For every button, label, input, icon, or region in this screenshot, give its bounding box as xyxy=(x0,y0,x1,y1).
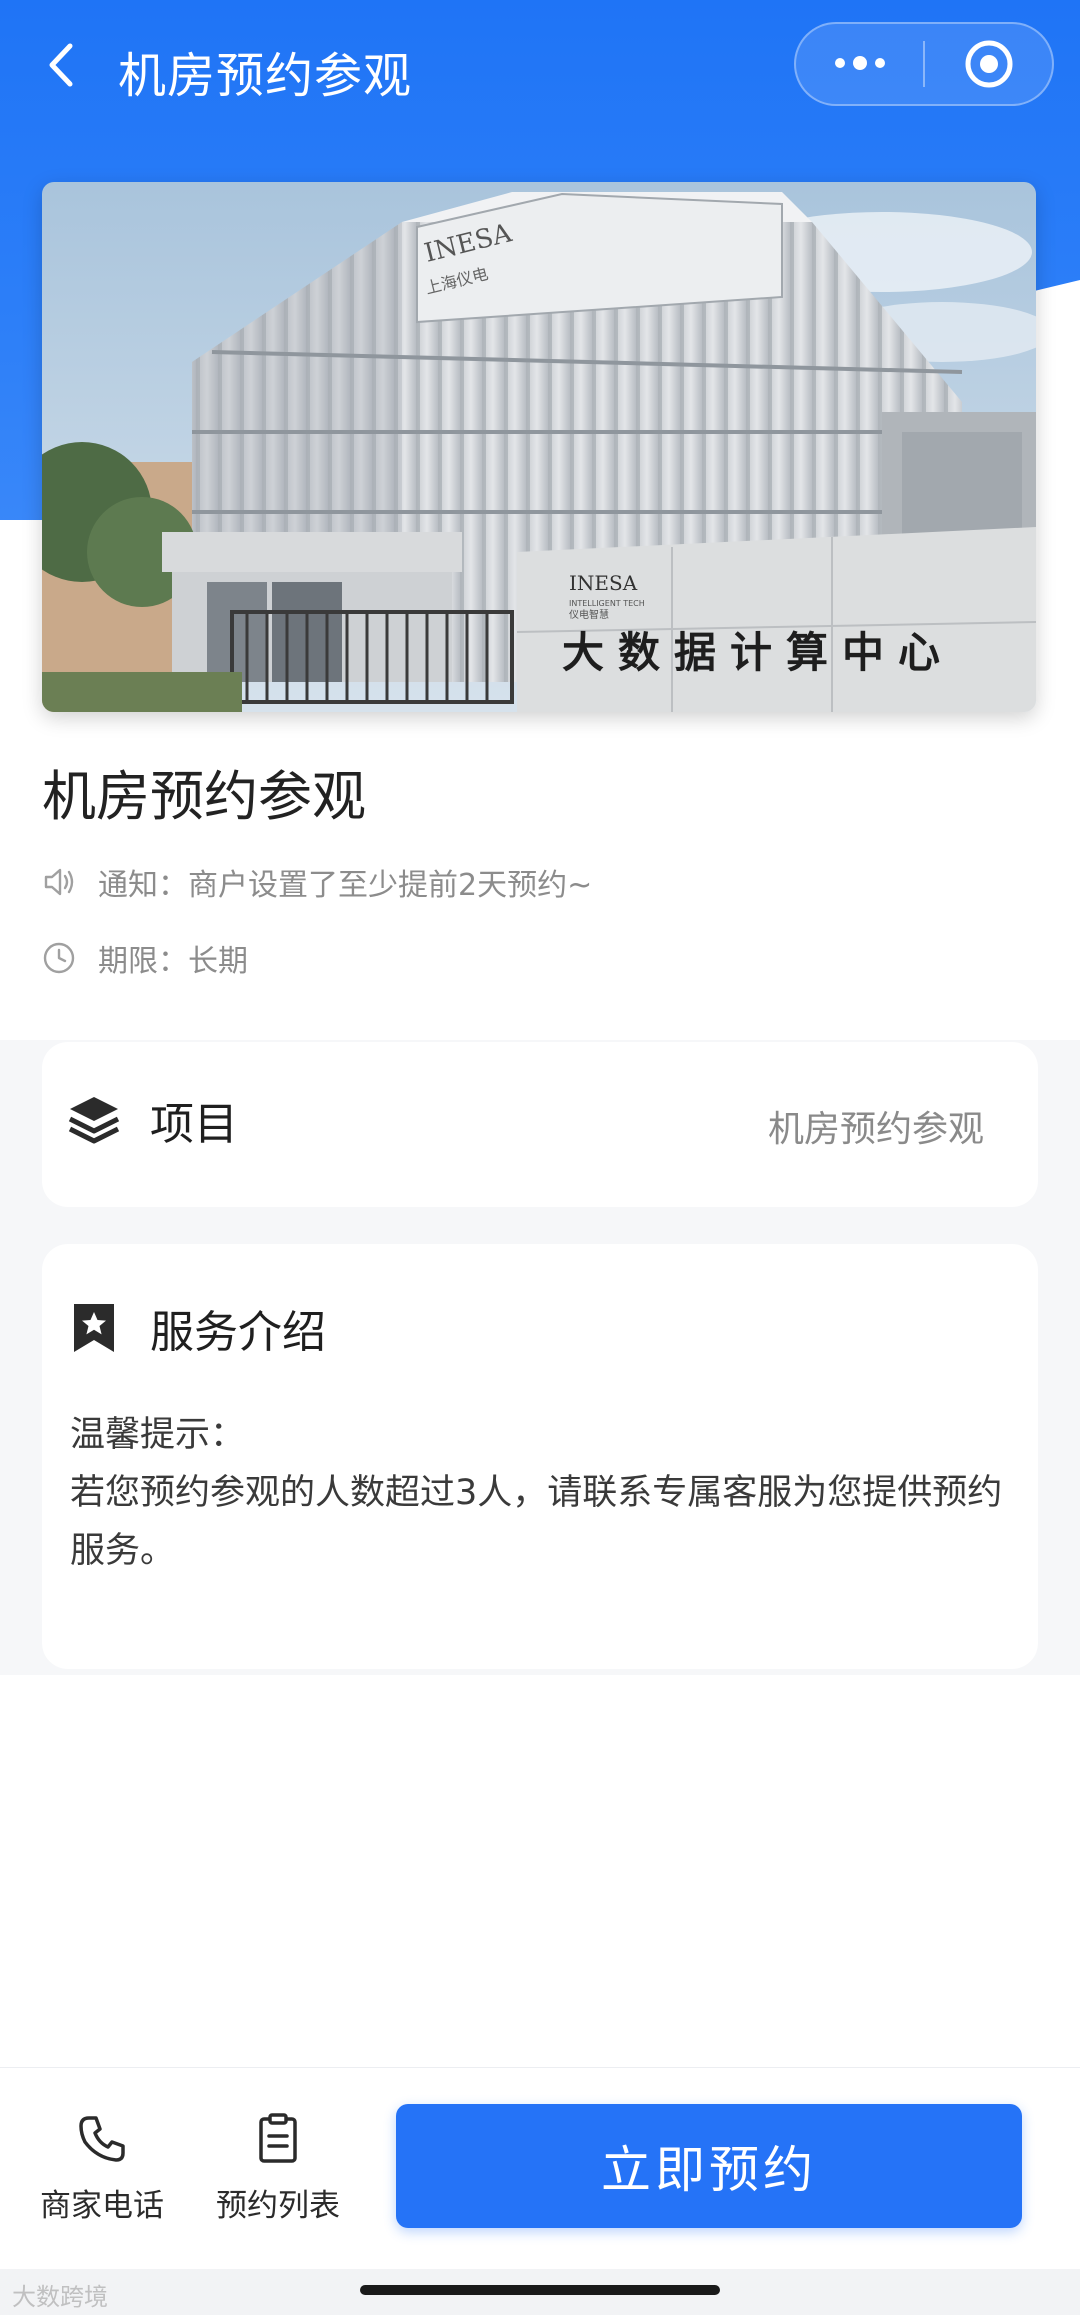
service-description: 温馨提示： 若您预约参观的人数超过3人，请联系专属客服为您提供预约服务。 xyxy=(70,1406,1020,1580)
service-label: 服务介绍 xyxy=(150,1307,326,1358)
back-button[interactable] xyxy=(36,30,86,100)
booking-list-button[interactable]: 预约列表 xyxy=(198,2112,358,2225)
tip-title: 温馨提示： xyxy=(70,1415,246,1455)
watermark: 大数跨境 xyxy=(12,2283,108,2311)
nav-title: 机房预约参观 xyxy=(118,48,413,104)
system-home-area: 大数跨境 xyxy=(0,2269,1080,2315)
bottom-action-bar: 商家电话 预约列表 立即预约 xyxy=(0,2067,1080,2269)
home-indicator[interactable] xyxy=(360,2285,720,2295)
clock-icon xyxy=(42,941,76,975)
mini-program-capsule xyxy=(794,22,1054,106)
phone-icon xyxy=(79,2116,125,2162)
close-miniprogram-button[interactable] xyxy=(925,24,1052,104)
period-label: 期限： xyxy=(98,944,188,979)
booking-list-label: 预约列表 xyxy=(216,2188,340,2224)
notice-label: 通知： xyxy=(98,868,188,903)
book-now-button[interactable]: 立即预约 xyxy=(396,2104,1022,2228)
service-card-head: 服务介绍 xyxy=(66,1296,326,1360)
bottom-spacer xyxy=(0,1675,1080,2067)
more-icon xyxy=(834,56,885,70)
project-value: 机房预约参观 xyxy=(767,1109,984,1150)
wall-brand-cn: 仪电智慧 xyxy=(569,608,609,621)
service-card: 服务介绍 温馨提示： 若您预约参观的人数超过3人，请联系专属客服为您提供预约服务… xyxy=(42,1244,1038,1669)
tip-body: 若您预约参观的人数超过3人，请联系专属客服为您提供预约服务。 xyxy=(70,1473,1003,1571)
navigation-bar: 机房预约参观 xyxy=(0,0,1080,130)
speaker-icon xyxy=(42,865,76,899)
chevron-left-icon xyxy=(49,43,73,87)
clipboard-list-icon xyxy=(259,2113,297,2163)
notice-text: 商户设置了至少提前2天预约~ xyxy=(188,868,593,903)
more-button[interactable] xyxy=(796,24,923,104)
project-card[interactable]: 项目 机房预约参观 xyxy=(42,1042,1038,1207)
merchant-phone-button[interactable]: 商家电话 xyxy=(22,2112,182,2225)
bookmark-star-icon xyxy=(74,1304,114,1352)
notice-row: 通知： 商户设置了至少提前2天预约~ xyxy=(42,860,592,904)
wall-brand-sub: INTELLIGENT TECH xyxy=(569,599,645,608)
period-row: 期限： 长期 xyxy=(42,936,248,980)
layers-icon xyxy=(68,1097,120,1144)
project-label: 项目 xyxy=(150,1099,238,1150)
wall-sign: 大数据计算中心 xyxy=(562,628,954,677)
target-icon xyxy=(965,40,1012,88)
data-center-building-photo: INESA 上海仪电 INESA INTELLIGENT TECH 仪电智慧 大… xyxy=(42,182,1036,712)
period-text: 长期 xyxy=(188,944,248,979)
merchant-phone-label: 商家电话 xyxy=(40,2188,164,2224)
page-title: 机房预约参观 xyxy=(42,765,366,828)
banner-image: INESA 上海仪电 INESA INTELLIGENT TECH 仪电智慧 大… xyxy=(42,182,1036,712)
wall-brand: INESA xyxy=(569,571,638,595)
project-card-head: 项目 xyxy=(66,1088,238,1152)
